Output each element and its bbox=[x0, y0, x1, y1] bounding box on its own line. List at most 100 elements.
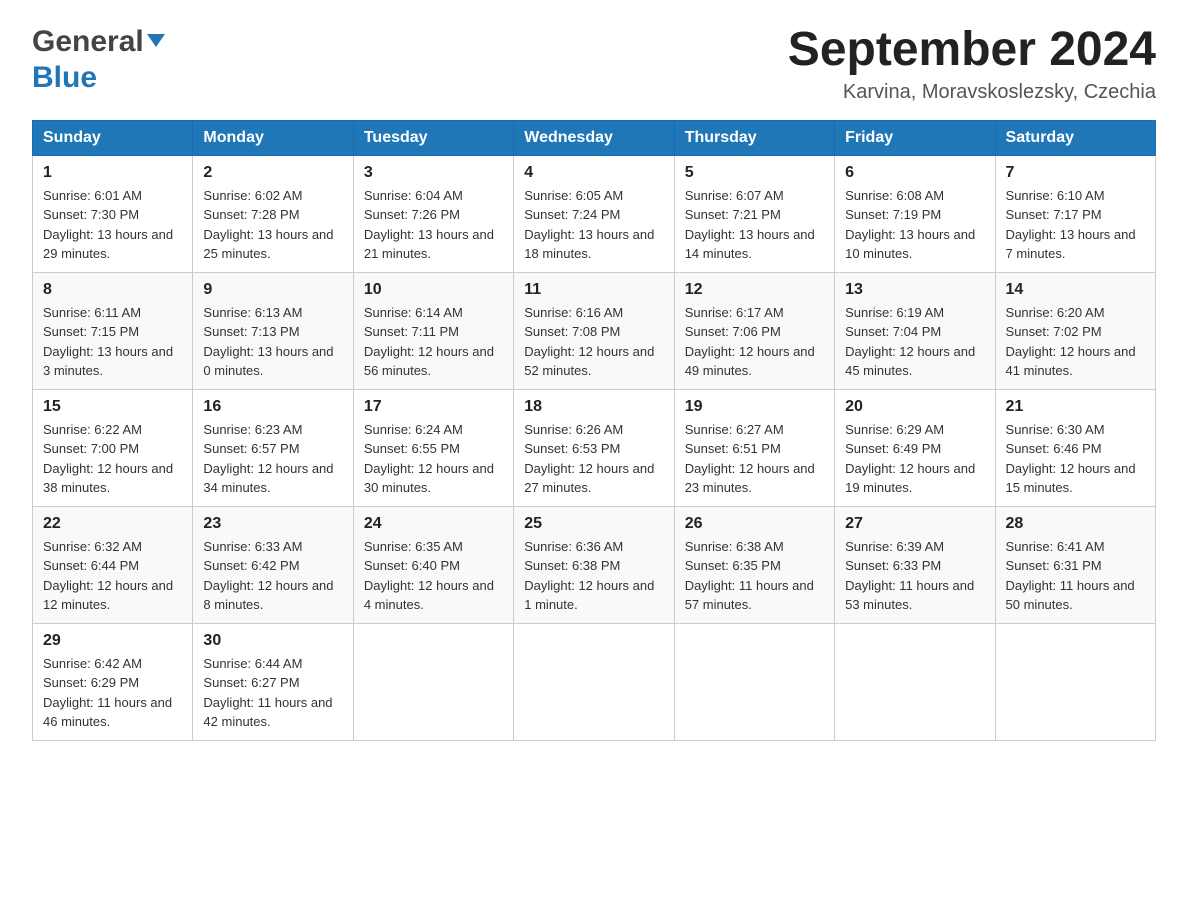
day-number: 21 bbox=[1006, 398, 1145, 416]
calendar-cell: 7 Sunrise: 6:10 AM Sunset: 7:17 PM Dayli… bbox=[995, 155, 1155, 272]
day-info: Sunrise: 6:24 AM Sunset: 6:55 PM Dayligh… bbox=[364, 420, 503, 498]
day-info: Sunrise: 6:23 AM Sunset: 6:57 PM Dayligh… bbox=[203, 420, 342, 498]
day-info: Sunrise: 6:02 AM Sunset: 7:28 PM Dayligh… bbox=[203, 186, 342, 264]
day-info: Sunrise: 6:33 AM Sunset: 6:42 PM Dayligh… bbox=[203, 537, 342, 615]
page-subtitle: Karvina, Moravskoslezsky, Czechia bbox=[788, 81, 1156, 104]
day-number: 14 bbox=[1006, 281, 1145, 299]
day-info: Sunrise: 6:08 AM Sunset: 7:19 PM Dayligh… bbox=[845, 186, 984, 264]
calendar-cell: 11 Sunrise: 6:16 AM Sunset: 7:08 PM Dayl… bbox=[514, 272, 674, 389]
calendar-cell: 28 Sunrise: 6:41 AM Sunset: 6:31 PM Dayl… bbox=[995, 506, 1155, 623]
calendar-cell: 14 Sunrise: 6:20 AM Sunset: 7:02 PM Dayl… bbox=[995, 272, 1155, 389]
day-info: Sunrise: 6:44 AM Sunset: 6:27 PM Dayligh… bbox=[203, 654, 342, 732]
day-number: 24 bbox=[364, 515, 503, 533]
day-info: Sunrise: 6:41 AM Sunset: 6:31 PM Dayligh… bbox=[1006, 537, 1145, 615]
day-info: Sunrise: 6:29 AM Sunset: 6:49 PM Dayligh… bbox=[845, 420, 984, 498]
calendar-header-row: Sunday Monday Tuesday Wednesday Thursday… bbox=[33, 120, 1156, 155]
day-number: 19 bbox=[685, 398, 824, 416]
logo: General Blue bbox=[32, 24, 165, 96]
col-tuesday: Tuesday bbox=[353, 120, 513, 155]
day-number: 25 bbox=[524, 515, 663, 533]
calendar-cell: 15 Sunrise: 6:22 AM Sunset: 7:00 PM Dayl… bbox=[33, 389, 193, 506]
calendar-cell: 8 Sunrise: 6:11 AM Sunset: 7:15 PM Dayli… bbox=[33, 272, 193, 389]
calendar-cell bbox=[835, 623, 995, 740]
calendar-cell: 30 Sunrise: 6:44 AM Sunset: 6:27 PM Dayl… bbox=[193, 623, 353, 740]
calendar-table: Sunday Monday Tuesday Wednesday Thursday… bbox=[32, 120, 1156, 741]
day-info: Sunrise: 6:32 AM Sunset: 6:44 PM Dayligh… bbox=[43, 537, 182, 615]
day-number: 13 bbox=[845, 281, 984, 299]
calendar-cell: 6 Sunrise: 6:08 AM Sunset: 7:19 PM Dayli… bbox=[835, 155, 995, 272]
day-info: Sunrise: 6:07 AM Sunset: 7:21 PM Dayligh… bbox=[685, 186, 824, 264]
day-info: Sunrise: 6:19 AM Sunset: 7:04 PM Dayligh… bbox=[845, 303, 984, 381]
calendar-cell: 25 Sunrise: 6:36 AM Sunset: 6:38 PM Dayl… bbox=[514, 506, 674, 623]
day-info: Sunrise: 6:14 AM Sunset: 7:11 PM Dayligh… bbox=[364, 303, 503, 381]
calendar-cell: 4 Sunrise: 6:05 AM Sunset: 7:24 PM Dayli… bbox=[514, 155, 674, 272]
calendar-cell: 29 Sunrise: 6:42 AM Sunset: 6:29 PM Dayl… bbox=[33, 623, 193, 740]
day-number: 8 bbox=[43, 281, 182, 299]
calendar-cell: 2 Sunrise: 6:02 AM Sunset: 7:28 PM Dayli… bbox=[193, 155, 353, 272]
day-number: 20 bbox=[845, 398, 984, 416]
day-info: Sunrise: 6:27 AM Sunset: 6:51 PM Dayligh… bbox=[685, 420, 824, 498]
calendar-cell: 9 Sunrise: 6:13 AM Sunset: 7:13 PM Dayli… bbox=[193, 272, 353, 389]
col-friday: Friday bbox=[835, 120, 995, 155]
day-number: 29 bbox=[43, 632, 182, 650]
calendar-cell: 27 Sunrise: 6:39 AM Sunset: 6:33 PM Dayl… bbox=[835, 506, 995, 623]
day-info: Sunrise: 6:36 AM Sunset: 6:38 PM Dayligh… bbox=[524, 537, 663, 615]
day-number: 15 bbox=[43, 398, 182, 416]
week-row-4: 22 Sunrise: 6:32 AM Sunset: 6:44 PM Dayl… bbox=[33, 506, 1156, 623]
day-info: Sunrise: 6:30 AM Sunset: 6:46 PM Dayligh… bbox=[1006, 420, 1145, 498]
day-number: 9 bbox=[203, 281, 342, 299]
calendar-cell: 16 Sunrise: 6:23 AM Sunset: 6:57 PM Dayl… bbox=[193, 389, 353, 506]
week-row-1: 1 Sunrise: 6:01 AM Sunset: 7:30 PM Dayli… bbox=[33, 155, 1156, 272]
calendar-cell: 20 Sunrise: 6:29 AM Sunset: 6:49 PM Dayl… bbox=[835, 389, 995, 506]
calendar-cell: 26 Sunrise: 6:38 AM Sunset: 6:35 PM Dayl… bbox=[674, 506, 834, 623]
day-number: 1 bbox=[43, 164, 182, 182]
calendar-cell: 24 Sunrise: 6:35 AM Sunset: 6:40 PM Dayl… bbox=[353, 506, 513, 623]
day-number: 11 bbox=[524, 281, 663, 299]
week-row-2: 8 Sunrise: 6:11 AM Sunset: 7:15 PM Dayli… bbox=[33, 272, 1156, 389]
page-title: September 2024 bbox=[788, 24, 1156, 77]
day-number: 28 bbox=[1006, 515, 1145, 533]
calendar-cell bbox=[514, 623, 674, 740]
col-thursday: Thursday bbox=[674, 120, 834, 155]
logo-blue: Blue bbox=[32, 60, 165, 96]
day-number: 2 bbox=[203, 164, 342, 182]
logo-general: General bbox=[32, 25, 144, 58]
day-info: Sunrise: 6:04 AM Sunset: 7:26 PM Dayligh… bbox=[364, 186, 503, 264]
day-info: Sunrise: 6:35 AM Sunset: 6:40 PM Dayligh… bbox=[364, 537, 503, 615]
calendar-cell: 10 Sunrise: 6:14 AM Sunset: 7:11 PM Dayl… bbox=[353, 272, 513, 389]
calendar-cell: 21 Sunrise: 6:30 AM Sunset: 6:46 PM Dayl… bbox=[995, 389, 1155, 506]
col-saturday: Saturday bbox=[995, 120, 1155, 155]
day-info: Sunrise: 6:11 AM Sunset: 7:15 PM Dayligh… bbox=[43, 303, 182, 381]
day-info: Sunrise: 6:38 AM Sunset: 6:35 PM Dayligh… bbox=[685, 537, 824, 615]
calendar-cell: 23 Sunrise: 6:33 AM Sunset: 6:42 PM Dayl… bbox=[193, 506, 353, 623]
calendar-cell: 13 Sunrise: 6:19 AM Sunset: 7:04 PM Dayl… bbox=[835, 272, 995, 389]
day-info: Sunrise: 6:13 AM Sunset: 7:13 PM Dayligh… bbox=[203, 303, 342, 381]
day-number: 23 bbox=[203, 515, 342, 533]
day-info: Sunrise: 6:01 AM Sunset: 7:30 PM Dayligh… bbox=[43, 186, 182, 264]
day-info: Sunrise: 6:42 AM Sunset: 6:29 PM Dayligh… bbox=[43, 654, 182, 732]
day-number: 3 bbox=[364, 164, 503, 182]
day-info: Sunrise: 6:17 AM Sunset: 7:06 PM Dayligh… bbox=[685, 303, 824, 381]
calendar-cell: 5 Sunrise: 6:07 AM Sunset: 7:21 PM Dayli… bbox=[674, 155, 834, 272]
calendar-cell: 22 Sunrise: 6:32 AM Sunset: 6:44 PM Dayl… bbox=[33, 506, 193, 623]
day-info: Sunrise: 6:39 AM Sunset: 6:33 PM Dayligh… bbox=[845, 537, 984, 615]
title-block: September 2024 Karvina, Moravskoslezsky,… bbox=[788, 24, 1156, 104]
day-info: Sunrise: 6:22 AM Sunset: 7:00 PM Dayligh… bbox=[43, 420, 182, 498]
calendar-cell: 19 Sunrise: 6:27 AM Sunset: 6:51 PM Dayl… bbox=[674, 389, 834, 506]
calendar-cell: 18 Sunrise: 6:26 AM Sunset: 6:53 PM Dayl… bbox=[514, 389, 674, 506]
week-row-3: 15 Sunrise: 6:22 AM Sunset: 7:00 PM Dayl… bbox=[33, 389, 1156, 506]
day-info: Sunrise: 6:10 AM Sunset: 7:17 PM Dayligh… bbox=[1006, 186, 1145, 264]
day-number: 7 bbox=[1006, 164, 1145, 182]
calendar-cell bbox=[353, 623, 513, 740]
col-sunday: Sunday bbox=[33, 120, 193, 155]
day-number: 18 bbox=[524, 398, 663, 416]
day-info: Sunrise: 6:05 AM Sunset: 7:24 PM Dayligh… bbox=[524, 186, 663, 264]
calendar-cell bbox=[995, 623, 1155, 740]
day-info: Sunrise: 6:26 AM Sunset: 6:53 PM Dayligh… bbox=[524, 420, 663, 498]
day-number: 17 bbox=[364, 398, 503, 416]
calendar-cell: 17 Sunrise: 6:24 AM Sunset: 6:55 PM Dayl… bbox=[353, 389, 513, 506]
calendar-cell: 12 Sunrise: 6:17 AM Sunset: 7:06 PM Dayl… bbox=[674, 272, 834, 389]
calendar-cell: 3 Sunrise: 6:04 AM Sunset: 7:26 PM Dayli… bbox=[353, 155, 513, 272]
calendar-cell bbox=[674, 623, 834, 740]
day-number: 27 bbox=[845, 515, 984, 533]
